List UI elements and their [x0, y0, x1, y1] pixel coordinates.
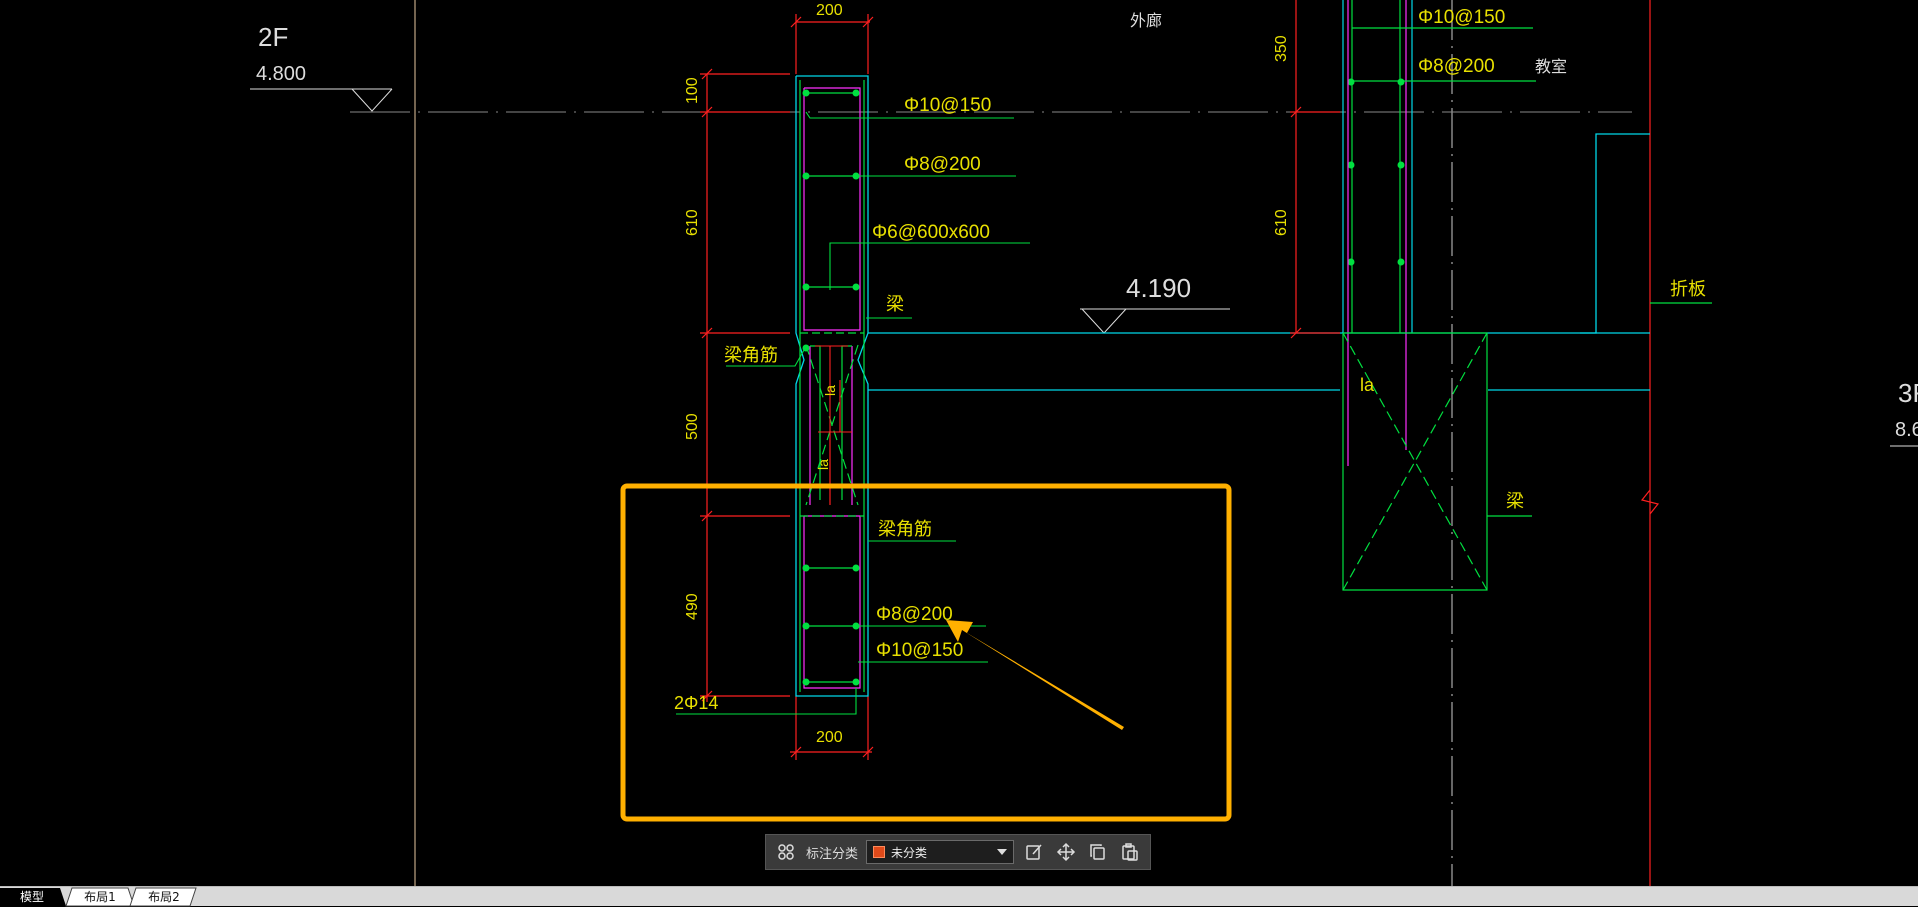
level-2f-triangle-icon — [351, 88, 393, 112]
dim-width-top: 200 — [816, 2, 843, 19]
tab-layout-1[interactable]: 布局1 — [72, 888, 128, 906]
slab-elevation: 4.190 — [1126, 273, 1191, 303]
la-mark-3: la — [1360, 375, 1375, 395]
slab-triangle-icon — [1081, 308, 1127, 334]
rebar-dots — [802, 78, 1405, 686]
move-icon[interactable] — [1054, 840, 1078, 864]
rebar-low-stirrup: Φ10@150 — [876, 640, 963, 661]
beam-corner-rebar-label-1: 梁角筋 — [724, 345, 778, 365]
dim-right-upper: 610 — [1273, 209, 1290, 236]
left-leaders — [676, 111, 1030, 715]
bottom-width-dimension — [790, 696, 874, 760]
copy-icon[interactable] — [1086, 840, 1110, 864]
highlight-arrow-icon — [946, 620, 1124, 730]
left-dimension-chain — [700, 68, 790, 702]
tab-model-label: 模型 — [19, 890, 44, 904]
cad-drawing-canvas[interactable]: 2F 4.800 3F 8.6 4.190 外廊 教室 100 610 500 … — [0, 0, 1918, 886]
category-label: 标注分类 — [806, 846, 859, 862]
dim-left-top: 100 — [684, 77, 701, 104]
la-mark-1: la — [822, 385, 838, 396]
rebar-tie: Φ6@600x600 — [872, 222, 990, 243]
category-select[interactable]: 未分类 — [866, 840, 1015, 864]
paste-icon[interactable] — [1118, 840, 1142, 864]
dim-left-lower: 490 — [684, 593, 701, 620]
level-3f-elevation: 8.6 — [1895, 419, 1918, 441]
right-rebar-distribution: Φ8@200 — [1418, 56, 1495, 77]
corridor-label: 外廊 — [1130, 12, 1162, 30]
beam-corner-rebar-label-2: 梁角筋 — [878, 519, 932, 539]
folded-plate-label: 折板 — [1670, 279, 1706, 299]
right-dimension-chain — [1290, 0, 1340, 339]
chevron-down-icon — [997, 849, 1008, 855]
right-column-bars — [1342, 0, 1712, 591]
rebar-bottom-bars: 2Φ14 — [674, 693, 718, 713]
tab-layout-1-label: 布局1 — [84, 890, 116, 904]
dim-right-top: 350 — [1273, 35, 1290, 62]
layout-tab-bar: 模型 布局1 布局2 — [0, 886, 1918, 907]
annotation-toolbar: 标注分类 未分类 — [765, 834, 1151, 870]
classroom-label: 教室 — [1535, 58, 1567, 76]
rebar-top-distribution: Φ8@200 — [904, 154, 981, 175]
top-width-dimension — [790, 14, 874, 74]
level-2f-elevation: 4.800 — [256, 63, 306, 85]
tab-layout-2-label: 布局2 — [148, 890, 180, 904]
dim-left-middle: 500 — [684, 413, 701, 440]
level-3f-name: 3F — [1898, 378, 1918, 408]
level-2f-name: 2F — [258, 22, 288, 52]
beam-label: 梁 — [886, 294, 904, 314]
la-mark-2: la — [815, 459, 831, 470]
edit-icon[interactable] — [1022, 840, 1046, 864]
right-rebar-stirrup: Φ10@150 — [1418, 7, 1505, 28]
grid-apps-icon[interactable] — [774, 840, 798, 864]
dim-width-bottom: 200 — [816, 729, 843, 746]
rebar-low-distribution: Φ8@200 — [876, 604, 953, 625]
category-color-swatch — [873, 846, 886, 858]
tab-model[interactable]: 模型 — [4, 888, 60, 906]
right-beam-label: 梁 — [1506, 491, 1524, 511]
rebar-top-stirrup: Φ10@150 — [904, 95, 991, 116]
dim-left-upper: 610 — [684, 209, 701, 236]
tab-layout-2[interactable]: 布局2 — [136, 888, 192, 906]
category-value: 未分类 — [891, 845, 928, 860]
